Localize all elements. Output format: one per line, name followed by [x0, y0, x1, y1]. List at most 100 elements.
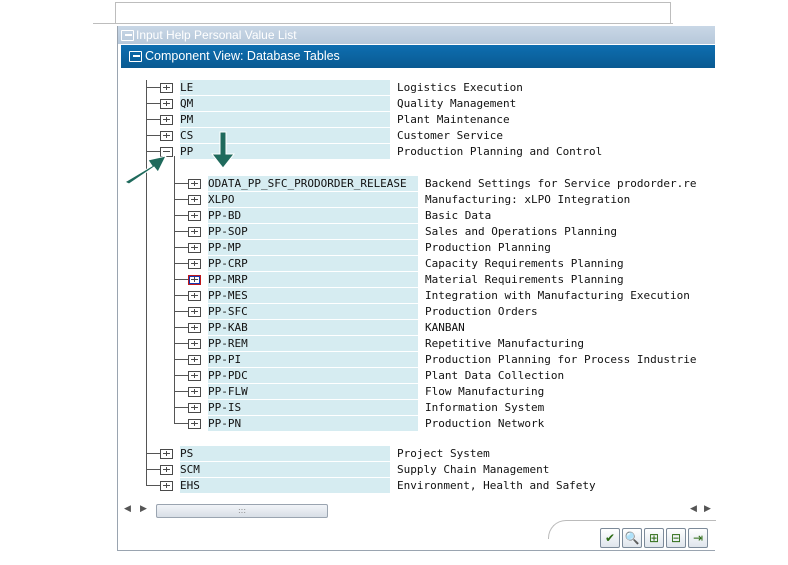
scroll-left-icon[interactable]: ◀: [124, 504, 131, 514]
folder-expand-icon[interactable]: [188, 259, 201, 269]
tree-node[interactable]: PP-SFC Production Orders: [118, 304, 715, 320]
tree-node[interactable]: PM Plant Maintenance: [118, 112, 715, 128]
folder-expand-icon[interactable]: [188, 227, 201, 237]
document-margin-line: [93, 23, 673, 24]
node-description: Customer Service: [397, 129, 503, 142]
node-code: PP-MES: [208, 289, 248, 302]
tree-node[interactable]: PP-PN Production Network: [118, 416, 715, 432]
folder-expand-icon[interactable]: [188, 355, 201, 365]
tree-connector: [174, 183, 188, 184]
folder-expand-icon[interactable]: [160, 481, 173, 491]
folder-expand-icon[interactable]: [160, 83, 173, 93]
folder-expand-icon[interactable]: [188, 323, 201, 333]
node-code: QM: [180, 97, 194, 110]
folder-expand-icon[interactable]: [188, 275, 201, 285]
node-description: Flow Manufacturing: [425, 385, 545, 398]
tree-node[interactable]: PS Project System: [118, 446, 715, 462]
folder-expand-icon[interactable]: [188, 243, 201, 253]
tree-node[interactable]: PP-MES Integration with Manufacturing Exe…: [118, 288, 715, 304]
node-code: EHS: [180, 479, 200, 492]
tree-node[interactable]: PP-KAB KANBAN: [118, 320, 715, 336]
expand-subtree-icon: ⊞: [648, 531, 660, 545]
node-code: PP-KAB: [208, 321, 248, 334]
tree-node[interactable]: PP-MRP Material Requirements Planning: [118, 272, 715, 288]
folder-expand-icon[interactable]: [188, 179, 201, 189]
code-highlight: [208, 192, 418, 207]
tree-connector: [146, 453, 160, 454]
tree-connector: [174, 263, 188, 264]
folder-expand-icon[interactable]: [188, 403, 201, 413]
code-highlight: [180, 446, 390, 461]
tree-connector: [174, 375, 188, 376]
node-code: PP-IS: [208, 401, 242, 414]
tree-connector: [174, 247, 188, 248]
folder-expand-icon[interactable]: [160, 465, 173, 475]
tree-connector: [174, 359, 188, 360]
input-help-dialog: Input Help Personal Value List Component…: [117, 26, 716, 551]
node-code: PM: [180, 113, 194, 126]
scroll-left-icon[interactable]: ◀: [690, 504, 697, 514]
folder-expand-icon[interactable]: [160, 449, 173, 459]
tree-connector: [174, 423, 188, 424]
scroll-right-icon[interactable]: ▶: [704, 504, 711, 514]
tree-node[interactable]: EHS Environment, Health and Safety: [118, 478, 715, 494]
node-description: Capacity Requirements Planning: [425, 257, 624, 270]
node-description: Repetitive Manufacturing: [425, 337, 584, 350]
component-tree: LE Logistics Execution QM Quality Managemen…: [118, 26, 715, 550]
folder-expand-icon[interactable]: [188, 291, 201, 301]
tree-node[interactable]: PP-PDC Plant Data Collection: [118, 368, 715, 384]
folder-expand-icon[interactable]: [188, 195, 201, 205]
folder-expand-icon[interactable]: [160, 115, 173, 125]
tree-node[interactable]: PP-SOP Sales and Operations Planning: [118, 224, 715, 240]
node-code: PP-BD: [208, 209, 242, 222]
tree-node[interactable]: PP-IS Information System: [118, 400, 715, 416]
folder-expand-icon[interactable]: [188, 419, 201, 429]
confirm-button[interactable]: ✔: [600, 528, 620, 548]
horizontal-scrollbar[interactable]: ◀ ▶ ::: ◀ ▶: [118, 502, 715, 518]
folder-expand-icon[interactable]: [188, 307, 201, 317]
tree-node[interactable]: PP-FLW Flow Manufacturing: [118, 384, 715, 400]
tree-node[interactable]: QM Quality Management: [118, 96, 715, 112]
code-highlight: [180, 478, 390, 493]
node-code: PP-PI: [208, 353, 242, 366]
folder-expand-icon[interactable]: [160, 99, 173, 109]
code-highlight: [180, 80, 390, 95]
node-description: Integration with Manufacturing Execution: [425, 289, 690, 302]
folder-expand-icon[interactable]: [160, 131, 173, 141]
node-description: Supply Chain Management: [397, 463, 550, 476]
check-icon: ✔: [604, 531, 616, 545]
tree-node[interactable]: SCM Supply Chain Management: [118, 462, 715, 478]
tree-node[interactable]: LE Logistics Execution: [118, 80, 715, 96]
tree-connector: [174, 156, 175, 424]
scroll-right-icon[interactable]: ▶: [140, 504, 147, 514]
folder-expand-icon[interactable]: [188, 339, 201, 349]
document-margin-line: [670, 2, 671, 24]
tree-connector: [174, 391, 188, 392]
tree-node[interactable]: PP-MP Production Planning: [118, 240, 715, 256]
choose-button[interactable]: ⇥: [688, 528, 708, 548]
scroll-thumb[interactable]: :::: [156, 504, 328, 518]
node-code: PP-SFC: [208, 305, 248, 318]
tree-node[interactable]: PP-PI Production Planning for Process Ind…: [118, 352, 715, 368]
tree-node[interactable]: PP-REM Repetitive Manufacturing: [118, 336, 715, 352]
node-code: CS: [180, 129, 194, 142]
folder-expand-icon[interactable]: [188, 211, 201, 221]
folder-expand-icon[interactable]: [188, 387, 201, 397]
annotation-arrow-icon: [123, 155, 167, 185]
node-description: Production Planning for Process Industri…: [425, 353, 697, 366]
collapse-button[interactable]: ⊟: [666, 528, 686, 548]
expand-button[interactable]: ⊞: [644, 528, 664, 548]
tree-connector: [174, 199, 188, 200]
find-button[interactable]: 🔍: [622, 528, 642, 548]
node-code: PP-PDC: [208, 369, 248, 382]
node-code: PS: [180, 447, 194, 460]
tree-node[interactable]: XLPO Manufacturing: xLPO Integration: [118, 192, 715, 208]
tree-connector: [174, 279, 188, 280]
node-description: Sales and Operations Planning: [425, 225, 618, 238]
tree-node[interactable]: PP-BD Basic Data: [118, 208, 715, 224]
search-icon: 🔍: [624, 531, 640, 545]
tree-node[interactable]: PP-CRP Capacity Requirements Planning: [118, 256, 715, 272]
folder-expand-icon[interactable]: [188, 371, 201, 381]
code-highlight: [180, 96, 390, 111]
tree-node[interactable]: ODATA_PP_SFC_PRODORDER_RELEASE Backend Se…: [118, 176, 715, 192]
